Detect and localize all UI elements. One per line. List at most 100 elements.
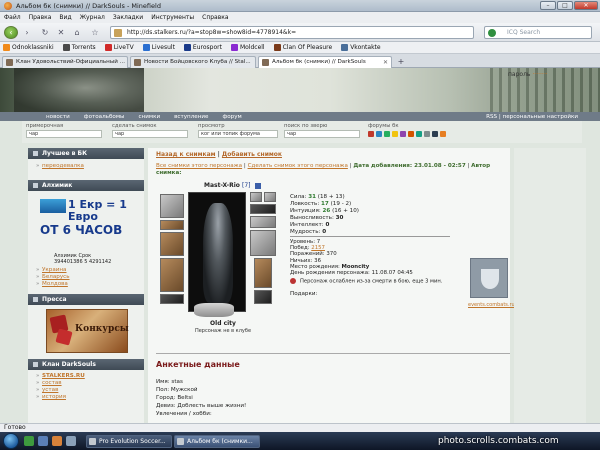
add-snapshot-link[interactable]: Добавить снимок <box>222 151 282 158</box>
nav-news[interactable]: новости <box>46 114 70 120</box>
sidebar-item-moldova[interactable]: Молдова <box>42 281 68 287</box>
sidebar-item-roster[interactable]: состав <box>42 380 62 386</box>
clan-icon[interactable] <box>384 131 390 137</box>
legs-slot[interactable] <box>254 258 272 288</box>
sidebar-item-wardrobe[interactable]: переодевалка <box>42 163 84 169</box>
city-name: Old city <box>210 320 236 327</box>
password-field[interactable]: ········ <box>532 71 547 78</box>
menu-view[interactable]: Вид <box>59 14 71 21</box>
menu-help[interactable]: Справка <box>202 14 228 21</box>
close-tab-icon[interactable]: ✕ <box>383 57 388 68</box>
clan-icon[interactable] <box>440 131 446 137</box>
home-icon[interactable]: ⌂ <box>72 28 82 38</box>
quicklaunch-icon[interactable] <box>24 436 34 446</box>
snapshot-input[interactable]: чар <box>112 130 188 138</box>
view-input[interactable]: ког или топик форума <box>198 130 278 138</box>
forward-icon[interactable]: › <box>22 28 32 38</box>
bracers-slot[interactable] <box>160 220 184 230</box>
ring-slot[interactable] <box>264 192 276 202</box>
bookmark-moldcell[interactable]: Moldcell <box>230 44 265 51</box>
bookmark-vkontakte[interactable]: Vkontakte <box>341 44 381 51</box>
maximize-button[interactable]: □ <box>557 1 573 10</box>
start-button[interactable] <box>3 433 19 449</box>
quicklaunch-icon[interactable] <box>38 436 48 446</box>
tab-favicon <box>6 59 13 66</box>
nav-forum[interactable]: форум <box>222 114 241 120</box>
menu-edit[interactable]: Правка <box>29 14 52 21</box>
alchemist-ad[interactable]: 1 Екр = 1 Евро ОТ 6 ЧАСОВ <box>40 199 132 249</box>
info-icon[interactable] <box>254 182 261 189</box>
menu-tools[interactable]: Инструменты <box>151 14 194 21</box>
belt-slot[interactable] <box>160 294 184 304</box>
helmet-slot[interactable] <box>160 194 184 218</box>
filter-bar: примерочная чар сделать снимок чар просм… <box>22 121 582 143</box>
search-beast-input[interactable]: чар <box>284 130 360 138</box>
menu-bookmarks[interactable]: Закладки <box>113 14 143 21</box>
gloves-slot[interactable] <box>250 216 276 228</box>
nav-snapshots[interactable]: снимки <box>138 114 160 120</box>
close-button[interactable]: ✕ <box>574 1 598 10</box>
bookmark-livesult[interactable]: Livesult <box>142 44 175 51</box>
stop-icon[interactable]: ✕ <box>56 28 66 38</box>
tab-news[interactable]: Новости Бойцовского Клуба // Stal... <box>130 56 256 68</box>
bookmark-clan-of-pleasure[interactable]: Clan Of Pleasure <box>273 44 332 51</box>
clan-icon[interactable] <box>416 131 422 137</box>
clan-icon[interactable] <box>408 131 414 137</box>
tab-album[interactable]: Альбом бк (снимки) // DarkSouls ✕ <box>258 56 392 68</box>
ring-slot[interactable] <box>250 192 262 202</box>
minimize-button[interactable]: – <box>540 1 556 10</box>
bookmark-star-icon[interactable]: ☆ <box>90 28 100 38</box>
events-link[interactable]: events.combats.ru <box>468 302 515 308</box>
site-banner: пароль ········ <box>0 68 600 112</box>
boots-slot[interactable] <box>254 290 272 304</box>
quicklaunch-icon[interactable] <box>52 436 62 446</box>
all-snapshots-link[interactable]: Все снимки этого персонажа <box>156 163 242 169</box>
profile-details: Имя: stas Пол: Мужской Город: Beltsi Дев… <box>156 378 246 418</box>
nav-rss-settings[interactable]: RSS | персональные настройки <box>486 114 578 120</box>
take-snapshot-link[interactable]: Сделать снимок этого персонажа <box>248 163 348 169</box>
sidebar-item-stalkers[interactable]: STALKERS.RU <box>42 373 85 379</box>
sidebar-item-ukraine[interactable]: Украина <box>42 267 67 273</box>
events-banner-icon[interactable] <box>470 258 508 298</box>
menu-history[interactable]: Журнал <box>80 14 105 21</box>
sidebar-item-charter[interactable]: устав <box>42 387 58 393</box>
clan-icon[interactable] <box>424 131 430 137</box>
task-pes[interactable]: Pro Evolution Soccer... <box>86 435 172 448</box>
bookmark-torrents[interactable]: Torrents <box>62 44 96 51</box>
reload-icon[interactable]: ↻ <box>40 28 50 38</box>
bookmark-eurosport[interactable]: Eurosport <box>183 44 222 51</box>
new-tab-button[interactable]: + <box>396 57 406 67</box>
main-content: Назад к снимкам | Добавить снимок Все сн… <box>148 148 515 423</box>
contests-ad[interactable]: Конкурсы <box>46 309 129 353</box>
profile-hobbies: Увлечения / хобби: <box>156 411 212 417</box>
site-favicon <box>114 29 122 37</box>
tab-clan[interactable]: Клан Удовольствий-Официальный ... <box>2 56 128 68</box>
clan-icon[interactable] <box>432 131 438 137</box>
armor-slot[interactable] <box>160 258 184 292</box>
back-icon[interactable]: ‹ <box>4 26 18 39</box>
search-input[interactable]: ICQ Search <box>484 26 592 39</box>
task-browser[interactable]: Альбом бк (снимки... <box>174 435 260 448</box>
url-field[interactable]: http://ds.stalkers.ru/?a=stop8w=show8id=… <box>110 26 474 39</box>
quicklaunch-icon[interactable] <box>66 436 76 446</box>
stat-row: Выносливость: 30 <box>290 215 344 221</box>
back-to-snapshots-link[interactable]: Назад к снимкам <box>156 151 216 158</box>
character-name: Mast-X-Rio [7] <box>204 182 261 189</box>
weapon-slot[interactable] <box>160 232 184 256</box>
menu-file[interactable]: Файл <box>4 14 21 21</box>
offhand-slot[interactable] <box>250 230 276 256</box>
city-emblem-icon <box>194 303 234 317</box>
nav-join[interactable]: вступление <box>174 114 208 120</box>
nav-albums[interactable]: фотоальбомы <box>84 114 125 120</box>
clan-icon[interactable] <box>400 131 406 137</box>
bookmark-odnoklassniki[interactable]: Odnoklassniki <box>3 44 54 51</box>
sidebar-item-belarus[interactable]: Беларусь <box>42 274 70 280</box>
amulet-slot[interactable] <box>250 204 276 214</box>
bookmark-livetv[interactable]: LiveTV <box>104 44 134 51</box>
clan-icon[interactable] <box>376 131 382 137</box>
search-engine-icon[interactable] <box>488 29 496 37</box>
sidebar-item-history[interactable]: история <box>42 394 66 400</box>
clan-icon[interactable] <box>392 131 398 137</box>
clan-icon[interactable] <box>368 131 374 137</box>
fitting-input[interactable]: чар <box>26 130 102 138</box>
